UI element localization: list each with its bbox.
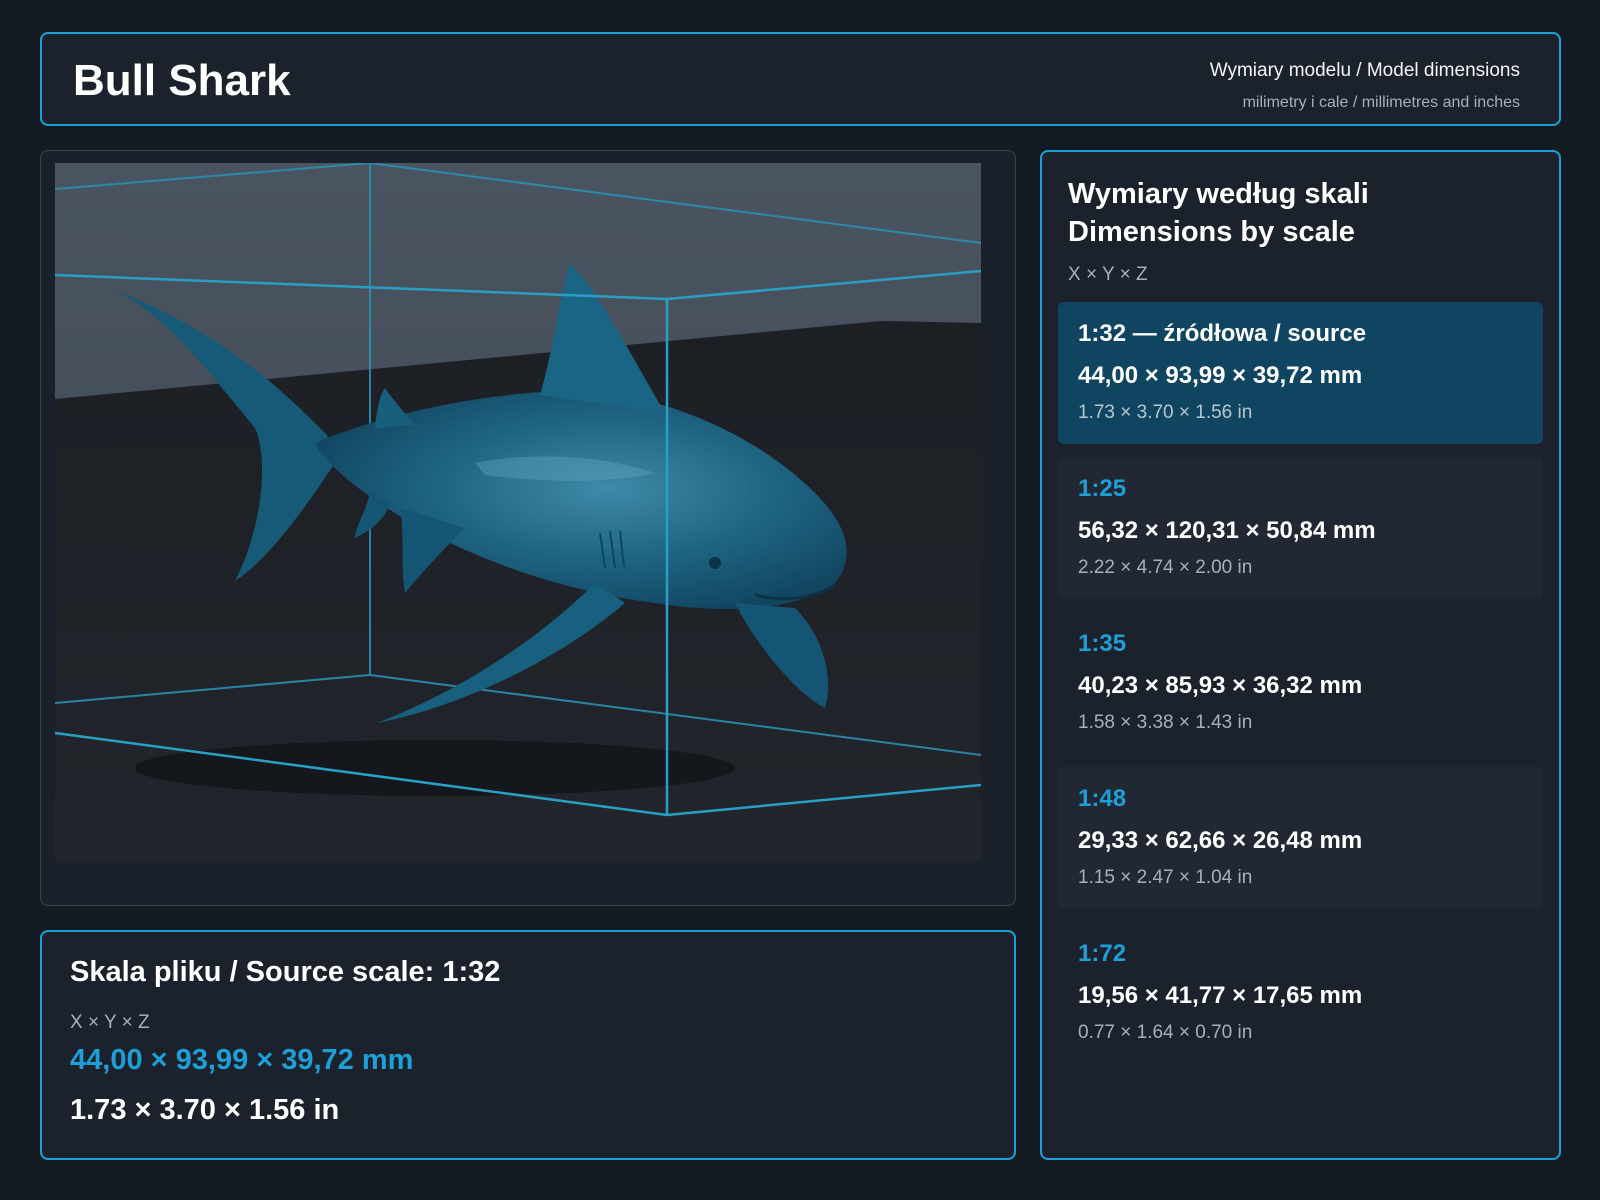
panel-axis-label: X × Y × Z [1068,264,1148,285]
header-subtitle: Wymiary modelu / Model dimensions [1209,60,1520,81]
scale-card-1-48[interactable]: 1:48 29,33 × 62,66 × 26,48 mm 1.15 × 2.4… [1058,767,1543,909]
scale-card-1-35[interactable]: 1:35 40,23 × 85,93 × 36,32 mm 1.58 × 3.3… [1058,612,1543,754]
scale-dimensions-in: 1.73 × 3.70 × 1.56 in [1078,402,1253,423]
scale-dimensions-mm: 44,00 × 93,99 × 39,72 mm [1078,362,1363,389]
source-dimensions-mm: 44,00 × 93,99 × 39,72 mm [70,1044,414,1076]
scale-label: 1:25 [1078,475,1127,502]
panel-title-pl: Wymiary według skali [1068,178,1369,210]
scale-dimensions-mm: 56,32 × 120,31 × 50,84 mm [1078,517,1376,544]
panel-title-en: Dimensions by scale [1068,216,1355,248]
scale-dimensions-mm: 29,33 × 62,66 × 26,48 mm [1078,827,1363,854]
source-scale-title: Skala pliku / Source scale: 1:32 [70,956,501,988]
scale-dimensions-in: 0.77 × 1.64 × 0.70 in [1078,1022,1253,1043]
model-render[interactable] [55,163,981,861]
model-viewport[interactable] [40,150,1016,906]
scale-dimensions-in: 2.22 × 4.74 × 2.00 in [1078,557,1253,578]
scale-dimensions-in: 1.58 × 3.38 × 1.43 in [1078,712,1253,733]
model-shadow [135,740,735,796]
source-dimensions-in: 1.73 × 3.70 × 1.56 in [70,1094,340,1126]
scale-label: 1:72 [1078,940,1127,967]
model-title: Bull Shark [73,56,291,105]
scale-dimensions-mm: 19,56 × 41,77 × 17,65 mm [1078,982,1363,1009]
scale-dimensions-in: 1.15 × 2.47 × 1.04 in [1078,867,1253,888]
scale-card-1-32[interactable]: 1:32 — źródłowa / source 44,00 × 93,99 ×… [1058,302,1543,444]
header-units: milimetry i cale / millimetres and inche… [1242,94,1520,111]
header-bar: Bull Shark Wymiary modelu / Model dimens… [40,32,1561,126]
scale-card-1-25[interactable]: 1:25 56,32 × 120,31 × 50,84 mm 2.22 × 4.… [1058,457,1543,599]
scales-panel: Wymiary według skali Dimensions by scale… [1040,150,1561,1160]
axis-label: X × Y × Z [70,1012,150,1033]
scale-label: 1:32 — źródłowa / source [1078,320,1367,347]
scale-label: 1:48 [1078,785,1127,812]
scale-dimensions-mm: 40,23 × 85,93 × 36,32 mm [1078,672,1363,699]
scale-label: 1:35 [1078,630,1127,657]
scale-card-1-72[interactable]: 1:72 19,56 × 41,77 × 17,65 mm 0.77 × 1.6… [1058,922,1543,1064]
source-scale-card: Skala pliku / Source scale: 1:32 X × Y ×… [40,930,1016,1160]
